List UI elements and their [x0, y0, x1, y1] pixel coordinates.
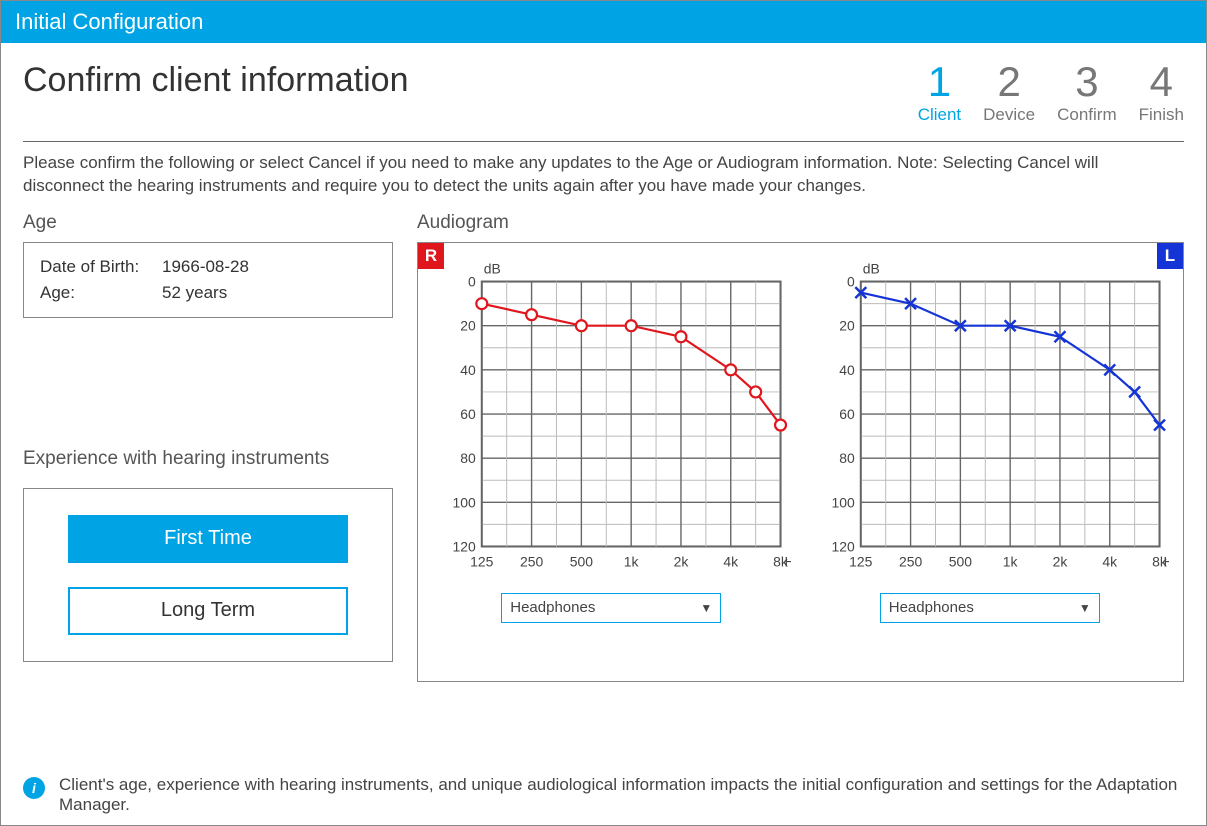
svg-text:100: 100 [831, 494, 855, 510]
right-ear-badge: R [418, 243, 444, 269]
svg-text:20: 20 [460, 318, 476, 334]
svg-text:40: 40 [460, 362, 476, 378]
audiogram-section-label: Audiogram [417, 212, 1184, 234]
left-audiogram-panel: dB0204060801001201252505001k2k4k8kHz Hea… [811, 257, 1170, 661]
svg-text:60: 60 [460, 406, 476, 422]
info-row: i Client's age, experience with hearing … [23, 775, 1184, 815]
svg-text:60: 60 [839, 406, 855, 422]
svg-text:120: 120 [453, 538, 477, 554]
first-time-label: First Time [164, 527, 252, 550]
svg-text:Hz: Hz [1163, 553, 1169, 569]
svg-text:2k: 2k [1052, 553, 1067, 569]
age-label: Age: [40, 283, 150, 303]
step-client[interactable]: 1 Client [918, 61, 961, 125]
svg-text:80: 80 [839, 450, 855, 466]
svg-text:dB: dB [862, 260, 879, 276]
dob-value: 1966-08-28 [162, 257, 249, 277]
wizard-steps: 1 Client 2 Device 3 Confirm 4 Finish [918, 61, 1184, 125]
age-section-label: Age [23, 212, 393, 234]
step-label: Finish [1139, 105, 1184, 125]
page-title: Confirm client information [23, 61, 408, 100]
step-num: 2 [983, 61, 1035, 103]
long-term-label: Long Term [161, 599, 255, 622]
svg-text:2k: 2k [674, 553, 689, 569]
step-num: 1 [918, 61, 961, 103]
svg-text:125: 125 [849, 553, 873, 569]
right-audiogram-panel: dB0204060801001201252505001k2k4k8kHz Hea… [432, 257, 791, 661]
step-num: 4 [1139, 61, 1184, 103]
svg-text:4k: 4k [1102, 553, 1117, 569]
audiogram-box: R L dB0204060801001201252505001k2k4k8kHz… [417, 242, 1184, 682]
chevron-down-icon: ▼ [1079, 601, 1091, 615]
svg-text:4k: 4k [723, 553, 738, 569]
step-num: 3 [1057, 61, 1117, 103]
svg-text:1k: 1k [624, 553, 639, 569]
info-text: Client's age, experience with hearing in… [59, 775, 1184, 815]
svg-text:dB: dB [484, 260, 501, 276]
age-box: Date of Birth: 1966-08-28 Age: 52 years [23, 242, 393, 318]
content-columns: Age Date of Birth: 1966-08-28 Age: 52 ye… [23, 212, 1184, 753]
experience-section-label: Experience with hearing instruments [23, 448, 393, 470]
left-column: Age Date of Birth: 1966-08-28 Age: 52 ye… [23, 212, 393, 753]
initial-config-window: Initial Configuration Confirm client inf… [0, 0, 1207, 826]
svg-text:250: 250 [898, 553, 922, 569]
step-finish[interactable]: 4 Finish [1139, 61, 1184, 125]
step-label: Device [983, 105, 1035, 125]
right-audiogram-chart: dB0204060801001201252505001k2k4k8kHz [432, 257, 791, 577]
window-body: Confirm client information 1 Client 2 De… [1, 43, 1206, 825]
divider [23, 141, 1184, 142]
info-icon: i [23, 777, 45, 799]
right-transducer-select[interactable]: Headphones ▼ [501, 593, 721, 623]
header-row: Confirm client information 1 Client 2 De… [23, 61, 1184, 125]
left-transducer-select[interactable]: Headphones ▼ [880, 593, 1100, 623]
svg-text:125: 125 [470, 553, 494, 569]
window-title: Initial Configuration [15, 9, 203, 34]
window-titlebar: Initial Configuration [1, 1, 1206, 43]
svg-text:500: 500 [570, 553, 594, 569]
step-label: Client [918, 105, 961, 125]
instructions-text: Please confirm the following or select C… [23, 152, 1123, 198]
first-time-button[interactable]: First Time [68, 515, 348, 563]
dob-label: Date of Birth: [40, 257, 150, 277]
svg-text:500: 500 [948, 553, 972, 569]
step-confirm[interactable]: 3 Confirm [1057, 61, 1117, 125]
right-transducer-value: Headphones [510, 599, 595, 616]
left-transducer-value: Headphones [889, 599, 974, 616]
svg-text:0: 0 [468, 273, 476, 289]
step-device[interactable]: 2 Device [983, 61, 1035, 125]
chevron-down-icon: ▼ [700, 601, 712, 615]
svg-text:100: 100 [453, 494, 477, 510]
long-term-button[interactable]: Long Term [68, 587, 348, 635]
spacer [23, 318, 393, 448]
step-label: Confirm [1057, 105, 1117, 125]
age-value: 52 years [162, 283, 227, 303]
svg-text:1k: 1k [1002, 553, 1017, 569]
left-ear-badge: L [1157, 243, 1183, 269]
age-row: Age: 52 years [40, 283, 376, 303]
svg-text:120: 120 [831, 538, 855, 554]
left-audiogram-chart: dB0204060801001201252505001k2k4k8kHz [811, 257, 1170, 577]
dob-row: Date of Birth: 1966-08-28 [40, 257, 376, 277]
svg-text:250: 250 [520, 553, 544, 569]
svg-text:80: 80 [460, 450, 476, 466]
svg-text:20: 20 [839, 318, 855, 334]
svg-text:0: 0 [847, 273, 855, 289]
svg-text:Hz: Hz [785, 553, 791, 569]
svg-text:40: 40 [839, 362, 855, 378]
right-column: Audiogram R L dB020406080100120125250500… [417, 212, 1184, 753]
experience-box: First Time Long Term [23, 488, 393, 662]
